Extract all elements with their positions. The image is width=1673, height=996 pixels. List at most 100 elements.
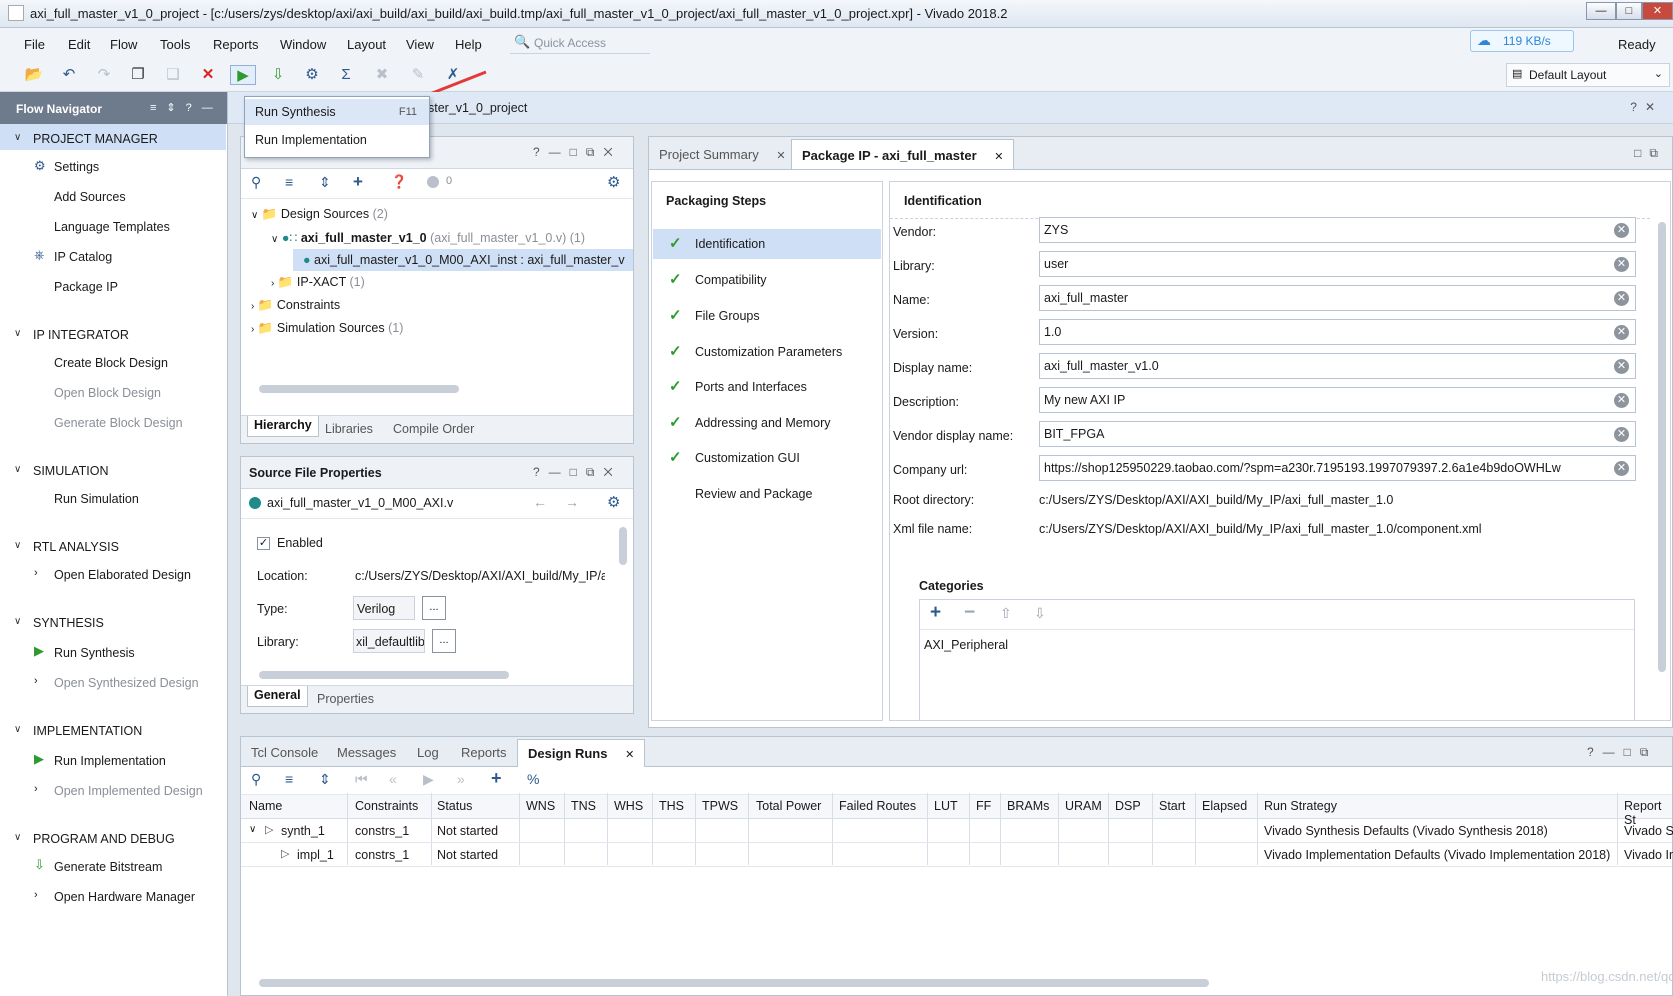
type-value[interactable]: Verilog [353,596,415,620]
nav-open-block-design[interactable]: Open Block Design [54,386,161,400]
nav-package-ip[interactable]: Package IP [54,280,118,294]
col-uram[interactable]: URAM [1065,799,1102,813]
step-ports-and-interfaces[interactable]: ✓ Ports and Interfaces [653,372,881,402]
open-project-icon[interactable]: 📂 [24,65,44,85]
col-elapsed[interactable]: Elapsed [1202,799,1247,813]
tree-constraints[interactable]: › 📁 Constraints [251,298,340,313]
collapse-all-icon[interactable]: ≡ [285,174,293,190]
delete-icon[interactable]: ✕ [198,65,218,85]
col-whs[interactable]: WHS [614,799,643,813]
horizontal-scrollbar[interactable] [259,979,1209,987]
settings-gear-icon[interactable]: ⚙ [302,65,322,85]
layout-select[interactable]: ▤ Default Layout ⌄ [1506,63,1670,87]
menu-tools[interactable]: Tools [160,37,190,52]
version-field[interactable]: 1.0 ✕ [1039,319,1636,345]
file-question-icon[interactable]: ❓ [391,174,407,190]
tab-messages[interactable]: Messages [327,739,407,766]
menu-layout[interactable]: Layout [347,37,386,52]
close-window-button[interactable]: ✕ [1642,2,1673,20]
step-addressing-and-memory[interactable]: ✓ Addressing and Memory [653,408,881,438]
nav-open-elaborated-design[interactable]: Open Elaborated Design [54,568,191,582]
menu-help[interactable]: Help [455,37,482,52]
col-name[interactable]: Name [249,799,282,813]
generate-bitstream-icon[interactable]: ⇩ [268,65,288,85]
tree-m00-axi-inst[interactable]: ● axi_full_master_v1_0_M00_AXI_inst : ax… [293,249,633,271]
library-field[interactable]: user ✕ [1039,251,1636,277]
col-run-strategy[interactable]: Run Strategy [1264,799,1337,813]
nav-section-simulation[interactable]: ∨ SIMULATION [14,464,108,478]
clear-icon[interactable]: ✕ [1614,427,1629,442]
nav-section-rtl-analysis[interactable]: ∨ RTL ANALYSIS [14,540,119,554]
panel-window-controls[interactable]: ?—□⧉✕ [533,465,622,480]
display-name-field[interactable]: axi_full_master_v1.0 ✕ [1039,353,1636,379]
percent-icon[interactable]: % [527,771,539,787]
tab-compile-order[interactable]: Compile Order [393,422,474,436]
panel-window-controls[interactable]: ?—□⧉ [1587,745,1658,760]
expand-all-icon[interactable]: ⇕ [319,771,331,788]
horizontal-scrollbar[interactable] [259,671,509,679]
settings-gear-icon[interactable]: ⚙ [607,173,620,191]
vendor-field[interactable]: ZYS ✕ [1039,217,1636,243]
nav-run-implementation[interactable]: Run Implementation [54,754,166,768]
col-wns[interactable]: WNS [526,799,555,813]
tree-ip-xact[interactable]: › 📁 IP-XACT (1) [271,275,365,290]
move-down-icon[interactable]: ⇩ [1034,605,1046,622]
run-icon[interactable]: ▶ [230,65,256,85]
step-review-and-package[interactable]: Review and Package [653,479,881,509]
help-icon[interactable]: ?✕ [1630,100,1663,114]
add-run-icon[interactable]: + [491,768,502,789]
tab-package-ip[interactable]: Package IP - axi_full_master ✕ [791,139,1015,169]
nav-section-project-manager[interactable]: ∨ PROJECT MANAGER [14,132,158,146]
close-icon[interactable]: ✕ [776,150,785,162]
step-compatibility[interactable]: ✓ Compatibility [653,265,881,295]
clear-icon[interactable]: ✕ [1614,291,1629,306]
clear-icon[interactable]: ✕ [1614,325,1629,340]
step-customization-gui[interactable]: ✓ Customization GUI [653,443,881,473]
clear-icon[interactable]: ✕ [1614,359,1629,374]
minimize-button[interactable]: — [1586,2,1616,20]
col-ths[interactable]: THS [659,799,684,813]
clear-icon[interactable]: ✕ [1614,257,1629,272]
nav-section-ip-integrator[interactable]: ∨ IP INTEGRATOR [14,328,129,342]
type-browse-button[interactable]: ... [422,596,446,620]
menu-view[interactable]: View [406,37,434,52]
col-total-power[interactable]: Total Power [756,799,821,813]
col-lut[interactable]: LUT [934,799,958,813]
next-icon[interactable]: » [457,771,465,787]
col-brams[interactable]: BRAMs [1007,799,1049,813]
tab-libraries[interactable]: Libraries [325,422,373,436]
nav-ip-catalog[interactable]: IP Catalog [54,250,112,264]
col-ff[interactable]: FF [976,799,991,813]
menu-run-synthesis[interactable]: Run Synthesis F11 [245,99,429,125]
tab-project-summary[interactable]: Project Summary ✕ [649,139,796,169]
clear-icon[interactable]: ✕ [1614,461,1629,476]
horizontal-scrollbar[interactable] [259,385,459,393]
first-icon[interactable]: ⏮ [355,771,368,788]
step-customization-parameters[interactable]: ✓ Customization Parameters [653,337,881,367]
col-failed-routes[interactable]: Failed Routes [839,799,916,813]
nav-language-templates[interactable]: Language Templates [54,220,170,234]
close-icon[interactable]: ✕ [625,749,634,761]
nav-open-hardware-manager[interactable]: Open Hardware Manager [54,890,195,904]
library-browse-button[interactable]: ... [432,629,456,653]
nav-run-synthesis[interactable]: Run Synthesis [54,646,135,660]
tab-hierarchy[interactable]: Hierarchy [247,416,319,437]
category-item[interactable]: AXI_Peripheral [924,638,1008,652]
clear-icon[interactable]: ✕ [1614,393,1629,408]
tab-reports[interactable]: Reports [451,739,517,766]
sigma-icon[interactable]: Σ [336,65,356,85]
vendor-display-name-field[interactable]: BIT_FPGA ✕ [1039,421,1636,447]
add-sources-icon[interactable]: + [353,172,363,192]
pane-window-controls[interactable]: □⧉ [1634,146,1666,161]
undo-icon[interactable]: ↶ [59,65,79,85]
nav-generate-block-design[interactable]: Generate Block Design [54,416,183,430]
redo-icon[interactable]: ↷ [94,65,114,85]
nav-section-program-and-debug[interactable]: ∨ PROGRAM AND DEBUG [14,832,175,846]
menu-flow[interactable]: Flow [110,37,137,52]
col-tpws[interactable]: TPWS [702,799,738,813]
menu-edit[interactable]: Edit [68,37,90,52]
nav-create-block-design[interactable]: Create Block Design [54,356,168,370]
col-status[interactable]: Status [437,799,472,813]
col-constraints[interactable]: Constraints [355,799,418,813]
company-url-field[interactable]: https://shop125950229.taobao.com/?spm=a2… [1039,455,1636,481]
